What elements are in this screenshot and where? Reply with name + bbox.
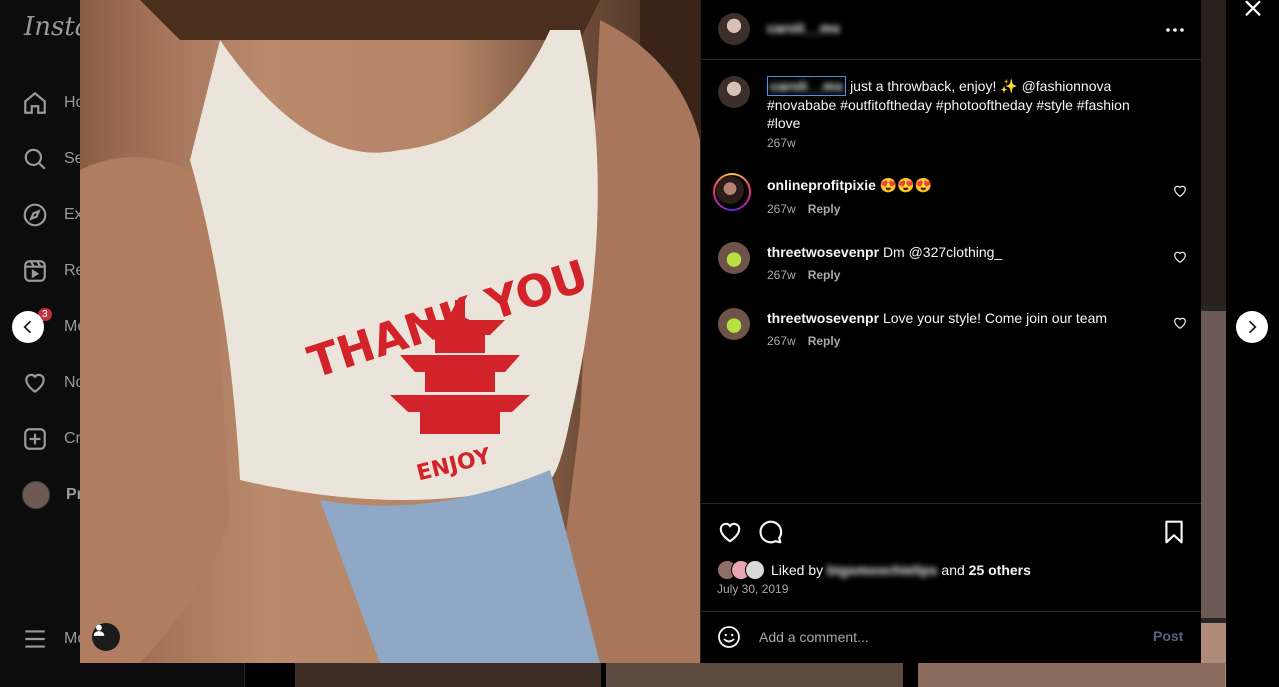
next-post-button[interactable] <box>1236 311 1268 343</box>
create-icon <box>24 428 46 450</box>
comment-meta: 267w Reply <box>767 202 840 216</box>
post-button[interactable]: Post <box>1153 628 1183 644</box>
comment-username[interactable]: threetwosevenpr <box>767 244 879 260</box>
like-icon[interactable] <box>717 519 743 545</box>
liker-avatars <box>717 560 771 580</box>
post-photo[interactable]: THANK YOU ENJOY <box>80 0 700 663</box>
search-icon <box>24 148 46 170</box>
liked-by-others[interactable]: 25 others <box>969 562 1031 578</box>
feed-thumbnail <box>1200 311 1226 618</box>
comment-time[interactable]: 267w <box>767 334 796 348</box>
caption-body: caroli__ms just a throwback, enjoy! ✨ @f… <box>767 76 1157 132</box>
feed-thumbnail <box>295 663 601 687</box>
comment-meta: 267w Reply <box>767 268 840 282</box>
like-comment-icon[interactable] <box>1173 250 1187 264</box>
chevron-right-icon <box>1249 320 1257 334</box>
caption-username-link[interactable]: caroli__ms <box>767 76 847 96</box>
comment-username[interactable]: onlineprofitpixie <box>767 177 876 193</box>
comment-username[interactable]: threetwosevenpr <box>767 310 879 326</box>
chevron-left-icon <box>23 320 31 334</box>
emoji-icon[interactable] <box>717 625 741 649</box>
owner-avatar[interactable] <box>718 76 750 108</box>
tagged-users-button[interactable] <box>92 623 120 651</box>
liked-by-prefix: Liked by <box>771 562 824 578</box>
comment-item: threetwosevenpr Love your style! Come jo… <box>718 308 1186 358</box>
reply-button[interactable]: Reply <box>808 334 841 348</box>
profile-avatar <box>22 481 50 509</box>
like-comment-icon[interactable] <box>1173 184 1187 198</box>
like-comment-icon[interactable] <box>1173 316 1187 330</box>
comment-body: threetwosevenpr Love your style! Come jo… <box>767 309 1157 327</box>
reels-icon <box>24 260 46 282</box>
liked-by-text: Liked by bigsmoochielips and 25 others <box>771 562 1031 578</box>
explore-icon <box>23 203 47 227</box>
owner-username[interactable]: caroli__ms <box>767 20 840 36</box>
comment-text: Dm @327clothing_ <box>882 244 1003 260</box>
post-modal: THANK YOU ENJOY caroli__ms caroli__ms ju… <box>80 0 1201 663</box>
comment-meta: 267w Reply <box>767 334 840 348</box>
notifications-icon <box>25 373 45 393</box>
story-ring[interactable] <box>713 173 751 211</box>
commenter-avatar[interactable] <box>718 242 750 274</box>
comment-text: Love your style! Come join our team <box>882 310 1108 326</box>
liked-by-row[interactable]: Liked by bigsmoochielips and 25 others <box>717 560 1031 580</box>
comment-body: threetwosevenpr Dm @327clothing_ <box>767 243 1157 261</box>
reply-button[interactable]: Reply <box>808 268 841 282</box>
owner-avatar[interactable] <box>718 13 750 45</box>
feed-thumbnail <box>1200 0 1226 305</box>
background-feed-column <box>1200 0 1226 687</box>
caption-meta: 267w <box>767 136 796 150</box>
caption-time[interactable]: 267w <box>767 136 796 150</box>
commenter-avatar[interactable] <box>718 308 750 340</box>
sidebar-item-label: Cr <box>64 430 81 447</box>
liked-by-conjunction: and <box>941 562 965 578</box>
reply-button[interactable]: Reply <box>808 202 841 216</box>
home-icon <box>24 91 46 114</box>
menu-icon <box>25 630 45 648</box>
comment-time[interactable]: 267w <box>767 268 796 282</box>
photo-illustration: THANK YOU ENJOY <box>80 0 700 663</box>
bookmark-icon[interactable] <box>1161 519 1187 545</box>
comment-time[interactable]: 267w <box>767 202 796 216</box>
user-icon <box>93 624 105 636</box>
feed-thumbnail <box>606 663 903 687</box>
more-options-icon[interactable] <box>1163 18 1187 42</box>
commenter-avatar <box>716 176 744 204</box>
add-comment-bar: Post <box>701 611 1201 663</box>
comment-item: onlineprofitpixie 😍😍😍 267w Reply <box>713 173 1186 223</box>
post-details-panel: caroli__ms caroli__ms just a throwback, … <box>700 0 1201 663</box>
post-header: caroli__ms <box>701 0 1201 60</box>
post-date[interactable]: July 30, 2019 <box>717 582 788 596</box>
liked-by-user[interactable]: bigsmoochielips <box>827 562 937 578</box>
comment-item: threetwosevenpr Dm @327clothing_ 267w Re… <box>718 242 1186 292</box>
comment-input[interactable] <box>757 624 1141 650</box>
comment-text: 😍😍😍 <box>879 177 933 193</box>
caption: caroli__ms just a throwback, enjoy! ✨ @f… <box>718 76 1178 156</box>
comment-body: onlineprofitpixie 😍😍😍 <box>767 176 1157 194</box>
feed-thumbnail <box>918 663 1225 687</box>
previous-post-button[interactable] <box>12 311 44 343</box>
post-actions: Liked by bigsmoochielips and 25 others J… <box>701 503 1201 612</box>
background-feed-row <box>295 663 1225 687</box>
close-icon[interactable] <box>1240 0 1266 22</box>
comment-icon[interactable] <box>757 519 783 545</box>
caption-username[interactable]: caroli__ms <box>770 78 843 94</box>
liker-avatar <box>745 560 765 580</box>
